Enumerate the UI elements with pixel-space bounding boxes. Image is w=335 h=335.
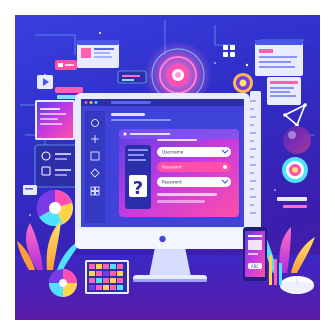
grid-icon: [223, 45, 235, 57]
right-bars: [277, 197, 307, 208]
left-gradient-panel: [35, 100, 75, 140]
orb: [283, 126, 311, 154]
pie-chart-icon: [36, 189, 73, 227]
question-icon: ?: [133, 178, 143, 199]
form-field-2-label: Password: [162, 165, 182, 170]
mini-window: [23, 185, 37, 195]
form-field-3-label: Password: [162, 180, 182, 185]
phone-badge-label: ABC: [251, 264, 259, 269]
left-icon-strip: [34, 144, 78, 188]
settings-card: [255, 40, 303, 76]
page-canvas: Username Password Password ? ABC: [0, 0, 335, 335]
gear-icon: [233, 73, 253, 93]
monitor: [75, 93, 250, 249]
mouse-icon: [280, 276, 314, 294]
ruler-icon: [250, 91, 261, 241]
dial-icon: [282, 157, 308, 183]
play-card: [37, 75, 53, 89]
bar-card: [117, 70, 147, 84]
phone: [243, 227, 267, 281]
browser-window-top-left: [77, 40, 119, 68]
tag-card: [55, 60, 77, 70]
illustration: Username Password Password ? ABC: [15, 15, 320, 320]
color-wheel-icon: [49, 269, 77, 297]
form-field-1-label: Username: [162, 150, 184, 155]
calendar-grid-icon: [85, 260, 129, 294]
right-card: [267, 77, 301, 105]
illustration-svg: Username Password Password ? ABC: [15, 20, 320, 320]
triangle-icon: [283, 103, 307, 127]
